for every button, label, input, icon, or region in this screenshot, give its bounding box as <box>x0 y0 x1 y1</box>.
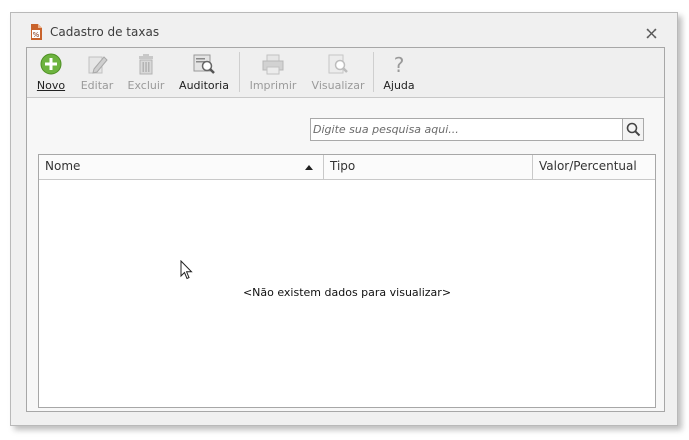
search-button[interactable] <box>622 118 644 141</box>
print-label: Imprimir <box>249 79 297 92</box>
percent-document-icon: % <box>31 24 42 40</box>
search-input[interactable] <box>311 119 623 140</box>
printer-icon <box>262 54 284 75</box>
delete-button[interactable]: Excluir <box>125 50 167 94</box>
audit-label: Auditoria <box>179 79 229 92</box>
search-box <box>310 118 644 141</box>
column-header-value[interactable]: Valor/Percentual <box>533 155 656 179</box>
audit-button[interactable]: Auditoria <box>177 50 231 94</box>
toolbar: Novo Editar Excluir Auditoria Imprimir V… <box>27 48 664 98</box>
sort-ascending-icon <box>305 165 313 170</box>
dialog-window: % Cadastro de taxas Novo Editar Excluir … <box>10 12 678 426</box>
edit-label: Editar <box>80 79 114 92</box>
dialog-client-area: Novo Editar Excluir Auditoria Imprimir V… <box>26 47 665 412</box>
new-label: Novo <box>36 79 66 92</box>
svg-text:%: % <box>33 31 40 39</box>
preview-label: Visualizar <box>311 79 365 92</box>
toolbar-separator <box>239 52 240 92</box>
print-button[interactable]: Imprimir <box>247 50 299 94</box>
column-header-label: Valor/Percentual <box>539 159 637 173</box>
content-area: Nome Tipo Valor/Percentual <Não existem … <box>27 98 664 411</box>
column-header-label: Nome <box>45 159 81 173</box>
delete-label: Excluir <box>127 79 165 92</box>
edit-button[interactable]: Editar <box>79 50 115 94</box>
close-icon[interactable] <box>646 28 657 39</box>
audit-magnifier-icon <box>193 54 215 74</box>
trash-icon <box>139 54 153 75</box>
help-question-icon: ? <box>394 53 405 75</box>
window-title: Cadastro de taxas <box>50 25 160 39</box>
search-icon <box>626 122 641 137</box>
svg-text:?: ? <box>394 53 405 75</box>
column-header-name[interactable]: Nome <box>39 155 323 179</box>
title-bar[interactable]: % Cadastro de taxas <box>11 13 677 47</box>
help-button[interactable]: ? Ajuda <box>379 50 419 94</box>
new-button[interactable]: Novo <box>33 50 69 94</box>
column-header-label: Tipo <box>330 159 356 173</box>
preview-icon <box>328 54 348 74</box>
data-grid: Nome Tipo Valor/Percentual <Não existem … <box>38 154 656 408</box>
mouse-cursor-icon <box>180 260 193 280</box>
help-label: Ajuda <box>383 79 415 92</box>
add-circle-icon <box>40 53 62 75</box>
preview-button[interactable]: Visualizar <box>309 50 367 94</box>
column-header-type[interactable]: Tipo <box>324 155 532 179</box>
toolbar-separator <box>373 52 374 92</box>
pencil-icon <box>88 56 108 74</box>
grid-header: Nome Tipo Valor/Percentual <box>39 155 655 180</box>
empty-grid-message: <Não existem dados para visualizar> <box>242 286 452 299</box>
